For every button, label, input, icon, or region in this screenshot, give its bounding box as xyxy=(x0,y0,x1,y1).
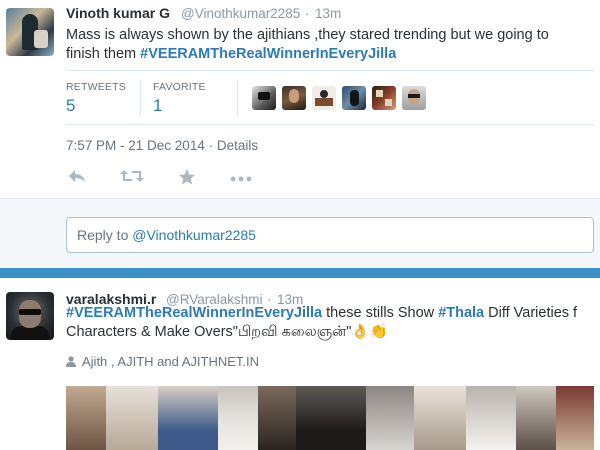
tweet-detail: Vinoth kumar G @Vinothkumar2285 · 13m Ma… xyxy=(0,0,600,268)
stats-divider xyxy=(140,80,141,116)
reply-input[interactable]: Reply to @Vinothkumar2285 xyxy=(66,217,594,253)
social-context: Ajith , AJITH and AJITHNET.IN xyxy=(66,354,259,369)
tweet-text-segment: these stills Show xyxy=(322,305,439,321)
collage-tile xyxy=(158,386,218,450)
favoriter-avatar[interactable] xyxy=(402,86,426,110)
collage-tile xyxy=(218,386,258,450)
stats-divider xyxy=(237,80,238,116)
avatar[interactable] xyxy=(6,292,54,340)
details-link[interactable]: Details xyxy=(217,138,258,153)
collage-tile xyxy=(296,386,366,450)
collage-tile xyxy=(466,386,516,450)
hashtag-link[interactable]: #Thala xyxy=(438,305,484,321)
star-icon[interactable] xyxy=(176,168,198,188)
tweet-time[interactable]: 13m xyxy=(315,6,341,21)
favoriter-avatar[interactable] xyxy=(342,86,366,110)
section-divider-bar xyxy=(0,268,600,278)
tweet-timestamp: 7:57 PM - 21 Dec 2014 · Details xyxy=(66,138,258,153)
favoriter-avatar[interactable] xyxy=(372,86,396,110)
tweet-text-segment: Diff Varieties f xyxy=(484,305,578,321)
collage-tile xyxy=(366,386,414,450)
user-handle[interactable]: @Vinothkumar2285 xyxy=(181,6,300,21)
retweet-icon[interactable] xyxy=(119,168,145,188)
divider xyxy=(66,124,594,125)
favoriter-avatar[interactable] xyxy=(312,86,336,110)
collage-tile xyxy=(106,386,158,450)
tweet-text-line1: Mass is always shown by the ajithians ,t… xyxy=(66,27,549,43)
hashtag-link[interactable]: #VEERAMTheRealWinnerInEveryJilla xyxy=(66,305,322,321)
reply-icon[interactable] xyxy=(66,168,88,188)
tweet-image[interactable] xyxy=(66,386,594,450)
collage-tile xyxy=(66,386,106,450)
time-separator: · xyxy=(305,6,310,21)
hashtag-link[interactable]: #VEERAMTheRealWinnerInEveryJilla xyxy=(140,46,396,62)
collage-tile xyxy=(414,386,466,450)
display-name[interactable]: Vinoth kumar G xyxy=(66,5,170,21)
favorites-count[interactable]: 1 xyxy=(153,96,162,116)
avatar-sunglasses xyxy=(19,309,41,315)
timestamp-separator: · xyxy=(204,138,217,153)
retweets-count[interactable]: 5 xyxy=(66,96,75,116)
collage-tile xyxy=(258,386,296,450)
social-context-text: Ajith , AJITH and AJITHNET.IN xyxy=(82,354,259,369)
tweet-text-line2: finish them xyxy=(66,46,141,62)
collage-tile xyxy=(516,386,556,450)
timestamp-text: 7:57 PM - 21 Dec 2014 xyxy=(66,138,205,153)
more-icon[interactable] xyxy=(229,168,253,188)
favorites-label: FAVORITE xyxy=(153,81,206,93)
avatar-figure-detail xyxy=(34,30,48,48)
favoriter-avatar[interactable] xyxy=(282,86,306,110)
favoriter-avatar[interactable] xyxy=(252,86,276,110)
reply-prefix: Reply to xyxy=(77,227,133,243)
avatar-body xyxy=(11,326,49,340)
reply-area: Reply to @Vinothkumar2285 xyxy=(0,198,600,268)
tweet-text: Mass is always shown by the ajithians ,t… xyxy=(66,26,591,64)
retweets-label: RETWEETS xyxy=(66,81,126,93)
person-icon xyxy=(66,355,76,367)
emoji: 👌👏 xyxy=(351,324,388,340)
collage-tile xyxy=(556,386,594,450)
avatar[interactable] xyxy=(6,8,54,56)
reply-mention: @Vinothkumar2285 xyxy=(132,227,256,243)
tweet-text-line2: Characters & Make Overs"பிறவி கலைஞன்" xyxy=(66,324,352,340)
tweet-item: varalakshmi.r @RVaralakshmi · 13m #VEERA… xyxy=(0,278,600,450)
divider xyxy=(66,70,594,71)
tweet-text: #VEERAMTheRealWinnerInEveryJilla these s… xyxy=(66,304,596,342)
